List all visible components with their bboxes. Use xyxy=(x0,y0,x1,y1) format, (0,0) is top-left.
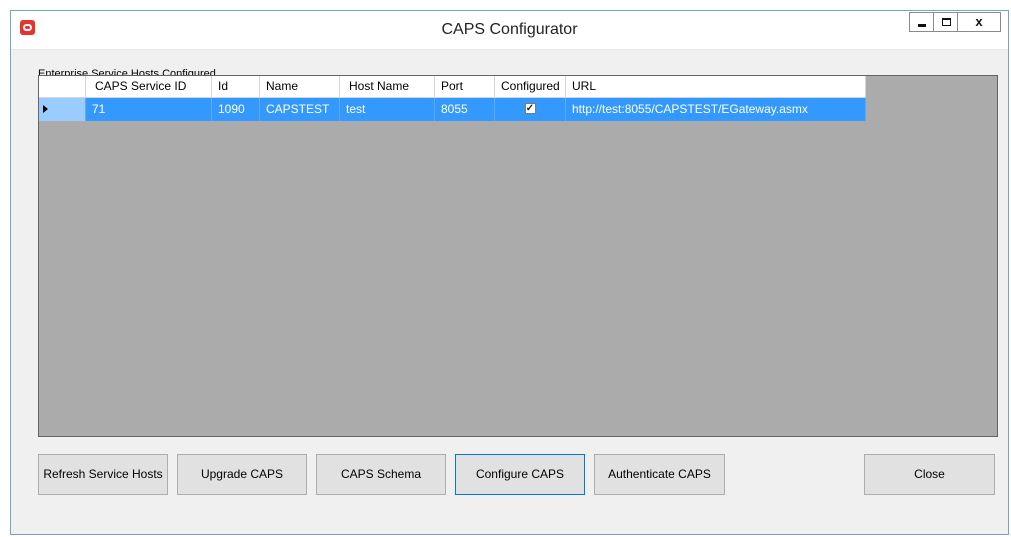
column-header-port[interactable]: Port xyxy=(435,76,495,98)
cell-port[interactable]: 8055 xyxy=(435,98,495,121)
cell-id[interactable]: 1090 xyxy=(212,98,260,121)
column-header-id[interactable]: Id xyxy=(212,76,260,98)
row-pointer-icon xyxy=(43,105,48,113)
grid-header: CAPS Service ID Id Name Host Name Port C… xyxy=(39,76,866,98)
cell-name[interactable]: CAPSTEST xyxy=(260,98,340,121)
window-controls: x xyxy=(909,12,1001,32)
column-header-caps-service-id[interactable]: CAPS Service ID xyxy=(86,76,212,98)
cell-configured[interactable]: ✓ xyxy=(495,98,566,121)
configured-checkbox[interactable]: ✓ xyxy=(524,103,536,115)
cell-url[interactable]: http://test:8055/CAPSTEST/EGateway.asmx xyxy=(566,98,866,121)
service-hosts-grid[interactable]: CAPS Service ID Id Name Host Name Port C… xyxy=(38,75,998,437)
minimize-icon xyxy=(918,24,926,27)
row-header[interactable] xyxy=(39,98,86,121)
configure-caps-button[interactable]: Configure CAPS xyxy=(455,454,585,495)
caps-schema-button[interactable]: CAPS Schema xyxy=(316,454,446,495)
column-header-host-name[interactable]: Host Name xyxy=(340,76,435,98)
maximize-icon xyxy=(942,18,951,26)
close-window-button[interactable]: x xyxy=(957,12,1001,32)
column-header-configured[interactable]: Configured xyxy=(495,76,566,98)
window-title: CAPS Configurator xyxy=(441,21,578,38)
checkmark-icon: ✓ xyxy=(525,103,535,115)
cell-host-name[interactable]: test xyxy=(340,98,435,121)
authenticate-caps-button[interactable]: Authenticate CAPS xyxy=(594,454,725,495)
minimize-button[interactable] xyxy=(909,12,934,32)
close-icon: x xyxy=(975,14,983,29)
close-button[interactable]: Close xyxy=(864,454,995,495)
refresh-service-hosts-button[interactable]: Refresh Service Hosts xyxy=(38,454,168,495)
title-bar[interactable]: CAPS Configurator x xyxy=(11,11,1008,50)
cell-caps-service-id[interactable]: 71 xyxy=(86,98,212,121)
upgrade-caps-button[interactable]: Upgrade CAPS xyxy=(177,454,307,495)
maximize-button[interactable] xyxy=(933,12,958,32)
caps-configurator-window: CAPS Configurator x Enterprise Service H… xyxy=(10,10,1009,535)
table-row[interactable]: 71 1090 CAPSTEST test 8055 ✓ http://test… xyxy=(39,98,866,121)
header-corner[interactable] xyxy=(39,76,86,98)
column-header-name[interactable]: Name xyxy=(260,76,340,98)
column-header-url[interactable]: URL xyxy=(566,76,866,98)
